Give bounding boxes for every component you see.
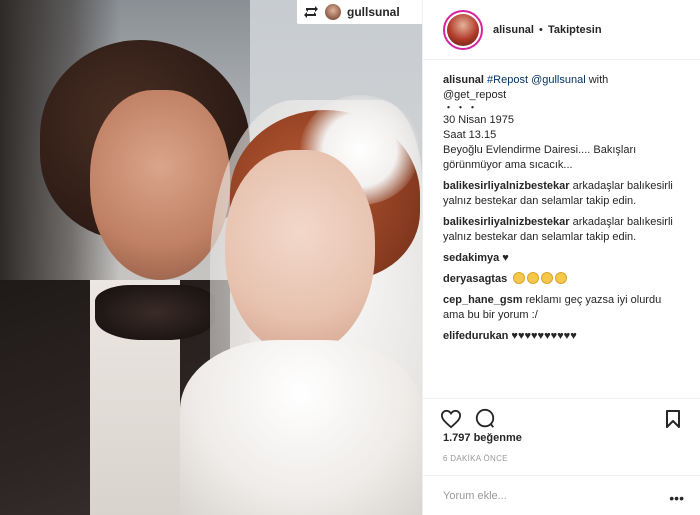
caption-mention[interactable]: @gullsunal	[531, 74, 586, 86]
comment-username[interactable]: sedakimya	[443, 252, 499, 264]
comment-item: cep_hane_gsm reklamı geç yazsa iyi olurdu…	[443, 293, 680, 323]
caption-username[interactable]: alisunal	[443, 74, 484, 86]
heart-icon[interactable]	[439, 407, 463, 431]
comment-text: ♥	[502, 252, 509, 264]
comment-username[interactable]: balikesirliyalnizbestekar	[443, 216, 570, 228]
likes-count[interactable]: 1.797 beğenme	[443, 432, 522, 444]
hugging-face-emoji-icon	[541, 272, 554, 284]
header-separator: •	[539, 23, 543, 36]
post-header: alisunal • Takiptesin	[423, 0, 700, 60]
repost-avatar[interactable]	[325, 4, 341, 20]
caption-text: Beyoğlu Evlendirme Dairesi.... Bakışları…	[443, 144, 637, 171]
comments-list[interactable]: alisunal #Repost @gullsunal with @get_re…	[423, 60, 700, 398]
repost-badge[interactable]: gullsunal	[297, 0, 422, 24]
comment-input[interactable]	[443, 489, 663, 502]
follow-status[interactable]: Takiptesin	[548, 24, 602, 36]
caption-dots: ・・・	[443, 102, 479, 114]
more-options-icon[interactable]: •••	[669, 490, 684, 506]
comment-icon[interactable]	[473, 407, 497, 431]
comment-item: balikesirliyalnizbestekar arkadaşlar balı…	[443, 179, 680, 209]
hugging-face-emoji-icon	[513, 272, 526, 284]
author-avatar-image	[447, 13, 479, 46]
comment-item: elifedurukan ♥♥♥♥♥♥♥♥♥♥	[443, 329, 680, 344]
caption-date: 30 Nisan 1975	[443, 114, 514, 126]
repost-icon	[303, 5, 319, 19]
post-photo[interactable]: gullsunal	[0, 0, 422, 515]
groom-face	[90, 90, 230, 280]
comment-item: balikesirliyalnizbestekar arkadaşlar balı…	[443, 215, 680, 245]
caption-time: Saat 13.15	[443, 129, 497, 141]
caption-with: with	[588, 74, 609, 86]
hugging-face-emoji-icon	[527, 272, 540, 284]
emoji-group	[513, 272, 569, 285]
comment-username[interactable]: elifedurukan	[443, 330, 508, 342]
bride-face	[225, 150, 375, 355]
author-avatar[interactable]	[443, 9, 483, 50]
comment-text: ♥♥♥♥♥♥♥♥♥♥	[511, 330, 577, 342]
groom-bowtie	[95, 285, 215, 340]
comment-username[interactable]: deryasagtas	[443, 273, 507, 285]
comment-box	[423, 475, 700, 515]
comment-item: sedakimya ♥	[443, 251, 680, 266]
post-timestamp: 6 DAKİKA ÖNCE	[443, 454, 508, 463]
caption-mention-2[interactable]: @get_repost	[443, 88, 680, 103]
caption-hashtag[interactable]: #Repost	[487, 74, 528, 86]
post-caption: alisunal #Repost @gullsunal with @get_re…	[443, 73, 680, 173]
bride-dress	[180, 340, 422, 515]
author-username[interactable]: alisunal	[493, 24, 534, 36]
comment-username[interactable]: balikesirliyalnizbestekar	[443, 180, 570, 192]
post-side-panel: alisunal • Takiptesin alisunal #Repost @…	[422, 0, 700, 515]
comment-item: deryasagtas	[443, 272, 680, 287]
hugging-face-emoji-icon	[555, 272, 568, 284]
bookmark-icon[interactable]	[661, 407, 685, 431]
repost-username[interactable]: gullsunal	[347, 5, 400, 19]
comment-username[interactable]: cep_hane_gsm	[443, 294, 522, 306]
